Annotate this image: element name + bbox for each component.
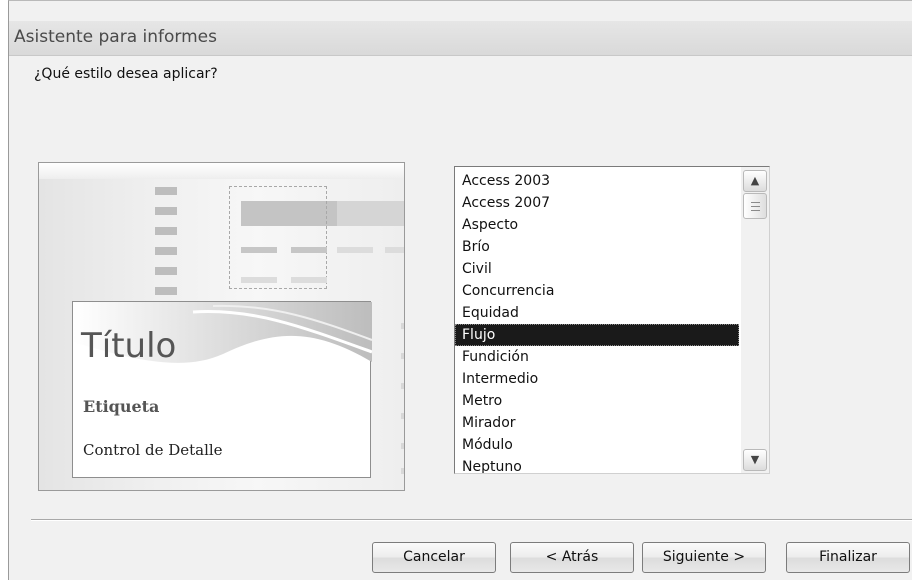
preview-cell [337, 247, 373, 253]
preview-grid-line [401, 323, 404, 329]
preview-cell [291, 277, 327, 283]
preview-grid-line [401, 353, 404, 359]
style-list-item[interactable]: Fundición [455, 346, 739, 368]
style-list-item[interactable]: Intermedio [455, 368, 739, 390]
title-bar: Asistente para informes [9, 21, 912, 56]
preview-cell [291, 247, 327, 253]
preview-grid-line [401, 413, 404, 419]
window-title: Asistente para informes [14, 27, 217, 47]
preview-row-marker [155, 267, 177, 275]
style-list-item[interactable]: Concurrencia [455, 280, 739, 302]
style-list-item[interactable]: Neptuno [455, 456, 739, 473]
style-list-item[interactable]: Flujo [455, 324, 739, 346]
cancel-button[interactable]: Cancelar [372, 542, 496, 573]
scroll-thumb[interactable] [743, 193, 767, 219]
preview-cell [385, 247, 404, 253]
back-button[interactable]: < Atrás [510, 542, 634, 573]
next-button[interactable]: Siguiente > [642, 542, 766, 573]
style-list-item[interactable]: Equidad [455, 302, 739, 324]
list-scrollbar[interactable]: ▲ ▼ [741, 167, 769, 473]
style-list-item[interactable]: Aspecto [455, 214, 739, 236]
preview-row-marker [155, 207, 177, 215]
preview-grid-line [401, 468, 404, 474]
report-wizard-dialog: Asistente para informes ¿Qué estilo dese… [8, 0, 912, 580]
preview-grid-line [401, 383, 404, 389]
preview-selection-box [229, 186, 327, 289]
button-separator [31, 519, 912, 521]
style-question: ¿Qué estilo desea aplicar? [34, 66, 218, 82]
style-list-item[interactable]: Metro [455, 390, 739, 412]
style-list-item[interactable]: Mirador [455, 412, 739, 434]
preview-detail-control: Control de Detalle [83, 441, 223, 459]
style-list-item[interactable]: Civil [455, 258, 739, 280]
preview-cell [241, 277, 277, 283]
scroll-down-arrow-icon[interactable]: ▼ [743, 449, 767, 471]
preview-cell [241, 247, 277, 253]
style-list-item[interactable]: Módulo [455, 434, 739, 456]
preview-row-marker [155, 227, 177, 235]
preview-grid-line [401, 443, 404, 449]
preview-row-marker [155, 187, 177, 195]
preview-top-strip [39, 163, 404, 179]
style-list-item[interactable]: Brío [455, 236, 739, 258]
style-list-item[interactable]: Access 2007 [455, 192, 739, 214]
preview-header-block [337, 201, 404, 226]
style-list-item[interactable]: Access 2003 [455, 170, 739, 192]
preview-label: Etiqueta [83, 397, 160, 416]
preview-title: Título [81, 326, 177, 366]
finish-button[interactable]: Finalizar [786, 542, 910, 573]
preview-row-marker [155, 247, 177, 255]
style-listbox[interactable]: Access 2003 Access 2007 Aspecto Brío Civil Co… [454, 166, 770, 474]
scroll-up-arrow-icon[interactable]: ▲ [743, 170, 767, 192]
preview-row-marker [155, 287, 177, 295]
preview-card: Título Etiqueta Control de Detalle [72, 301, 372, 478]
style-list: Access 2003 Access 2007 Aspecto Brío Civil Co… [455, 170, 739, 473]
